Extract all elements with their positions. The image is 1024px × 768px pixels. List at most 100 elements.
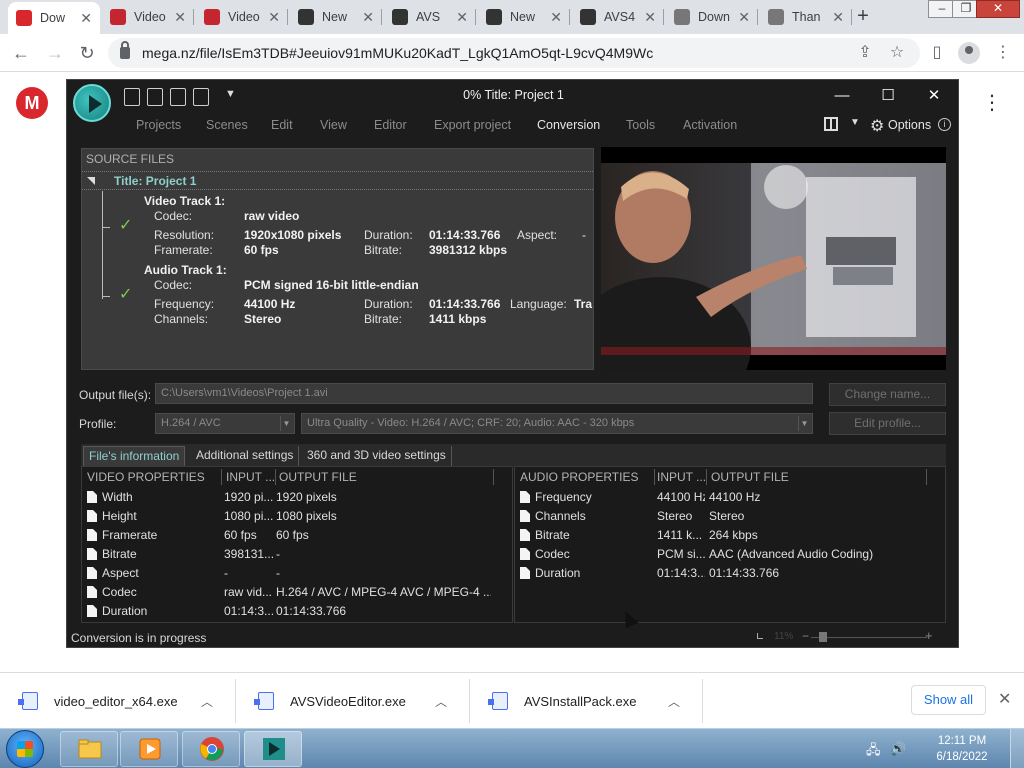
share-icon[interactable]: ⇪ (854, 42, 876, 64)
audio-track-check-icon[interactable]: ✓ (119, 284, 132, 304)
zoom-in-icon[interactable]: + (925, 628, 933, 643)
collapse-icon[interactable] (87, 177, 95, 185)
close-tab-icon[interactable]: ✕ (362, 9, 374, 26)
table-row[interactable]: Channels Stereo Stereo (515, 507, 945, 526)
zoom-slider-thumb[interactable] (819, 632, 827, 642)
browser-tab[interactable]: Dow ✕ (8, 2, 100, 34)
system-clock[interactable]: 12:11 PM 6/18/2022 (934, 733, 990, 765)
table-row[interactable]: Framerate 60 fps 60 fps (82, 526, 512, 545)
browser-tab[interactable]: Video ✕ (196, 0, 288, 34)
bookmark-star-icon[interactable]: ☆ (886, 42, 908, 64)
show-desktop-button[interactable] (1010, 729, 1024, 768)
browser-tab[interactable]: AVS4 ✕ (572, 0, 664, 34)
volume-icon[interactable]: 🔊 (890, 741, 906, 757)
browser-tab[interactable]: Video ✕ (102, 0, 194, 34)
start-button[interactable] (6, 730, 44, 768)
browser-tab[interactable]: Than ✕ (760, 0, 852, 34)
avs-maximize-button[interactable]: ☐ (876, 86, 900, 106)
menu-export-project[interactable]: Export project (434, 118, 511, 132)
video-preview[interactable] (601, 147, 946, 370)
column-header[interactable]: VIDEO PROPERTIES (87, 467, 205, 487)
table-row[interactable]: Height 1080 pi... 1080 pixels (82, 507, 512, 526)
column-header[interactable]: OUTPUT FILE (711, 467, 789, 487)
menu-view[interactable]: View (320, 118, 347, 132)
chevron-up-icon[interactable]: ︿ (668, 693, 680, 710)
close-window-button[interactable]: ✕ (976, 0, 1020, 18)
close-tab-icon[interactable]: ✕ (738, 9, 750, 26)
download-item[interactable]: AVSVideoEditor.exe ︿ (236, 679, 470, 723)
close-tab-icon[interactable]: ✕ (550, 9, 562, 26)
column-header[interactable]: OUTPUT FILE (279, 467, 357, 487)
browser-tab[interactable]: AVS ✕ (384, 0, 476, 34)
taskbar-chrome[interactable] (182, 731, 240, 767)
close-tab-icon[interactable]: ✕ (268, 9, 280, 26)
table-row[interactable]: Frequency 44100 Hz 44100 Hz (515, 488, 945, 507)
taskbar-media-player[interactable] (120, 731, 178, 767)
chevron-up-icon[interactable]: ︿ (435, 693, 447, 710)
avs-minimize-button[interactable]: — (830, 86, 854, 106)
table-row[interactable]: Duration 01:14:3... 01:14:33.766 (82, 602, 512, 621)
side-panel-icon[interactable]: ▯ (926, 42, 948, 64)
column-header[interactable]: AUDIO PROPERTIES (520, 467, 638, 487)
table-row[interactable]: Codec PCM si... AAC (Advanced Audio Coding… (515, 545, 945, 564)
browser-tab[interactable]: Down ✕ (666, 0, 758, 34)
download-item[interactable]: AVSInstallPack.exe ︿ (470, 679, 703, 723)
info-icon[interactable]: i (938, 118, 951, 131)
column-header[interactable]: INPUT ... (226, 467, 275, 487)
back-button[interactable]: ← (8, 40, 34, 66)
taskbar-avs-editor[interactable] (244, 731, 302, 767)
project-title-row[interactable]: Title: Project 1 (82, 171, 593, 190)
new-tab-button[interactable]: + (852, 5, 874, 27)
profile-avatar[interactable] (958, 42, 980, 64)
menu-projects[interactable]: Projects (136, 118, 181, 132)
tab-additional-settings[interactable]: Additional settings (191, 446, 300, 466)
gear-icon[interactable]: ⚙ (870, 116, 884, 136)
column-header[interactable]: INPUT ... (657, 467, 706, 487)
chevron-up-icon[interactable]: ︿ (201, 693, 213, 710)
menu-edit[interactable]: Edit (271, 118, 293, 132)
table-row[interactable]: Width 1920 pi... 1920 pixels (82, 488, 512, 507)
download-item[interactable]: video_editor_x64.exe ︿ (0, 679, 236, 723)
page-menu-icon[interactable]: ⋮ (982, 90, 1002, 116)
layout-dropdown-icon[interactable]: ▼ (850, 117, 860, 128)
options-button[interactable]: Options (888, 118, 931, 132)
change-name-button[interactable]: Change name... (829, 383, 946, 406)
menu-editor[interactable]: Editor (374, 118, 407, 132)
close-tab-icon[interactable]: ✕ (456, 9, 468, 26)
table-row[interactable]: Aspect - - (82, 564, 512, 583)
close-tab-icon[interactable]: ✕ (832, 9, 844, 26)
close-icon[interactable]: ✕ (998, 689, 1011, 709)
table-row[interactable]: Bitrate 398131... - (82, 545, 512, 564)
avs-close-button[interactable]: ✕ (922, 86, 946, 106)
tab-files-information[interactable]: File's information (83, 446, 186, 466)
table-row[interactable]: Duration 01:14:3... 01:14:33.766 (515, 564, 945, 583)
resize-grip-icon[interactable] (757, 633, 763, 639)
close-tab-icon[interactable]: ✕ (644, 9, 656, 26)
zoom-out-icon[interactable]: − (802, 629, 809, 643)
tab-360-3d-settings[interactable]: 360 and 3D video settings (302, 446, 452, 466)
browser-tab[interactable]: New ✕ (290, 0, 382, 34)
menu-conversion[interactable]: Conversion (537, 118, 600, 132)
menu-activation[interactable]: Activation (683, 118, 737, 132)
browser-menu-icon[interactable]: ⋮ (992, 42, 1014, 64)
format-select[interactable]: H.264 / AVC ▼ (155, 413, 295, 434)
address-bar[interactable]: mega.nz/file/IsEm3TDB#Jeeuiov91mMUKu20Ka… (108, 38, 920, 68)
edit-profile-button[interactable]: Edit profile... (829, 412, 946, 435)
browser-tab[interactable]: New ✕ (478, 0, 570, 34)
reload-button[interactable]: ↻ (74, 40, 100, 66)
preset-select[interactable]: Ultra Quality - Video: H.264 / AVC; CRF:… (301, 413, 813, 434)
output-file-input[interactable]: C:\Users\vm1\Videos\Project 1.avi (155, 383, 813, 404)
layout-icon[interactable] (824, 117, 838, 131)
zoom-slider[interactable] (811, 637, 927, 638)
close-tab-icon[interactable]: ✕ (80, 10, 92, 27)
menu-scenes[interactable]: Scenes (206, 118, 248, 132)
table-row[interactable]: Bitrate 1411 k... 264 kbps (515, 526, 945, 545)
video-track-check-icon[interactable]: ✓ (119, 215, 132, 235)
network-icon[interactable]: 🖧 (866, 741, 881, 763)
menu-tools[interactable]: Tools (626, 118, 655, 132)
show-all-button[interactable]: Show all (911, 685, 986, 715)
close-tab-icon[interactable]: ✕ (174, 9, 186, 26)
table-row[interactable]: Codec raw vid... H.264 / AVC / MPEG-4 AVC … (82, 583, 512, 602)
mega-logo[interactable]: M (16, 87, 48, 119)
taskbar-explorer[interactable] (60, 731, 118, 767)
